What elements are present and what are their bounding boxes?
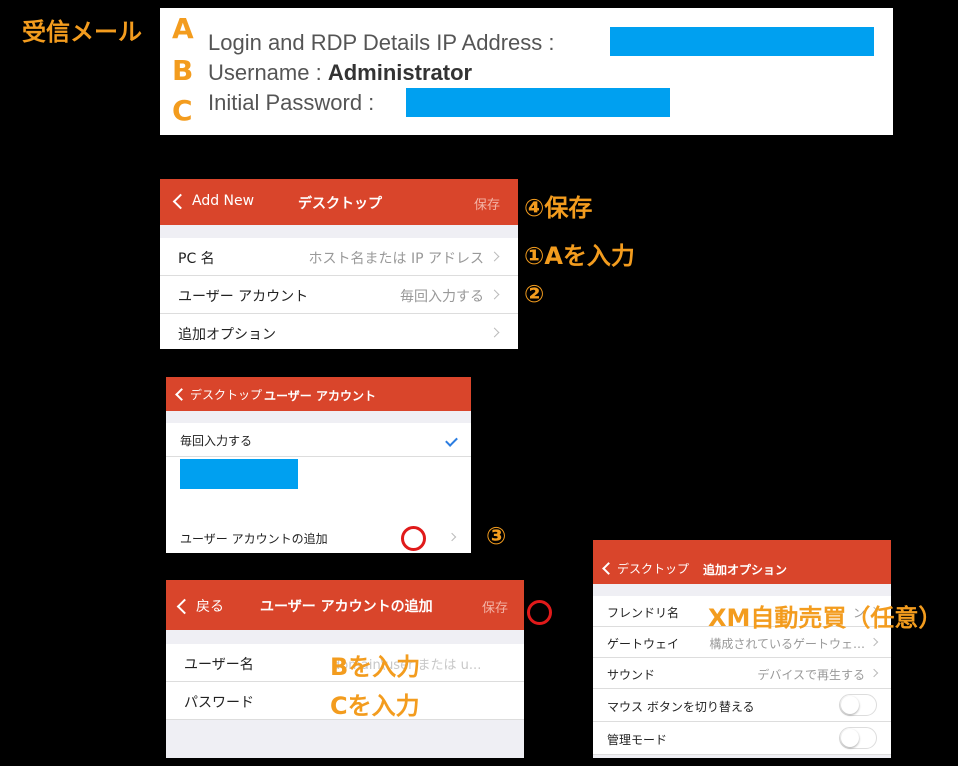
save-highlight-circle	[527, 600, 552, 625]
saved-account-row[interactable]	[166, 457, 471, 524]
password-redaction	[406, 88, 670, 117]
username-prefix: Username :	[208, 60, 328, 85]
back-button[interactable]: デスクトップ	[601, 560, 689, 577]
chevron-right-icon	[489, 251, 500, 262]
back-button[interactable]: デスクトップ	[174, 386, 262, 403]
nav-title: デスクトップ	[298, 196, 382, 212]
highlight-circle	[401, 526, 426, 551]
back-label: 戻る	[196, 599, 224, 615]
save-button[interactable]: 保存	[482, 597, 508, 616]
step2-note: ②	[524, 280, 545, 308]
chevron-right-icon	[489, 327, 500, 338]
row-value: 毎回入力する	[400, 289, 484, 305]
row-value: 構成されているゲートウェ…	[709, 637, 865, 651]
row-label: ユーザー アカウントの追加	[180, 532, 328, 546]
input-c-note: Cを入力	[330, 692, 420, 720]
row-label: PC 名	[178, 251, 215, 267]
user-account-row[interactable]: ユーザー アカウント 毎回入力する	[160, 276, 518, 314]
step4-save-note: ④保存	[524, 194, 593, 222]
additional-options-row[interactable]: 追加オプション	[160, 314, 518, 349]
admin-mode-toggle[interactable]	[839, 727, 877, 749]
back-label: Add New	[192, 193, 255, 209]
chevron-left-icon	[602, 562, 615, 575]
input-b-note: Bを入力	[330, 653, 421, 681]
row-label: マウス ボタンを切り替える	[607, 700, 755, 714]
row-label: フレンドリ名	[607, 606, 680, 620]
row-value: ホスト名または IP アドレス	[308, 251, 484, 267]
checkmark-icon	[445, 434, 458, 447]
save-button[interactable]: 保存	[474, 194, 500, 213]
back-label: デスクトップ	[190, 388, 263, 402]
username-value: Administrator	[327, 60, 473, 85]
ip-address-redaction	[610, 27, 874, 56]
row-label: ユーザー名	[184, 657, 254, 673]
pc-name-row[interactable]: PC 名 ホスト名または IP アドレス	[160, 238, 518, 276]
xm-auto-trading-note: XM自動売買（任意）	[708, 604, 943, 632]
row-label: 管理モード	[607, 733, 668, 747]
additional-options-panel: デスクトップ 追加オプション フレンドリ名 ン ゲートウェイ 構成されているゲー…	[593, 540, 891, 758]
desktop-settings-panel: Add New デスクトップ 保存 PC 名 ホスト名または IP アドレス ユ…	[160, 179, 518, 349]
marker-b: B	[172, 54, 194, 87]
step3-note: ③	[486, 522, 507, 550]
sound-row[interactable]: サウンド デバイスで再生する	[593, 658, 891, 689]
username-line: Username : Administrator	[208, 60, 472, 86]
saved-account-row-2[interactable]	[166, 489, 471, 522]
chevron-left-icon	[172, 193, 189, 209]
swap-mouse-toggle[interactable]	[839, 694, 877, 716]
row-value: デバイスで再生する	[757, 668, 865, 682]
swap-mouse-buttons-row: マウス ボタンを切り替える	[593, 689, 891, 722]
ip-address-line: Login and RDP Details IP Address :	[208, 30, 555, 55]
nav-bar: デスクトップ 追加オプション	[593, 540, 891, 584]
nav-bar: 戻る ユーザー アカウントの追加 保存	[166, 580, 524, 630]
row-label: 追加オプション	[178, 327, 276, 343]
marker-a: A	[172, 12, 194, 45]
email-details-box: A B C Login and RDP Details IP Address :…	[160, 8, 893, 135]
row-label: パスワード	[184, 695, 254, 711]
admin-mode-row: 管理モード	[593, 722, 891, 755]
back-label: デスクトップ	[617, 562, 690, 576]
nav-title: ユーザー アカウント	[264, 389, 376, 403]
password-line: Initial Password :	[208, 90, 375, 115]
nav-bar: Add New デスクトップ 保存	[160, 179, 518, 225]
back-button[interactable]: Add New	[172, 193, 254, 209]
chevron-right-icon	[447, 532, 457, 542]
row-label: 毎回入力する	[180, 434, 253, 448]
row-label: ユーザー アカウント	[178, 289, 309, 305]
row-label: サウンド	[607, 668, 656, 682]
chevron-left-icon	[175, 388, 188, 401]
received-mail-label: 受信メール	[22, 18, 142, 46]
marker-c: C	[172, 94, 193, 127]
row-label: ゲートウェイ	[607, 637, 680, 651]
step1-note: ①Aを入力	[524, 242, 635, 270]
user-account-panel: デスクトップ ユーザー アカウント 毎回入力する ユーザー アカウントの追加	[166, 377, 471, 553]
back-button[interactable]: 戻る	[176, 596, 224, 616]
nav-title: 追加オプション	[703, 563, 788, 577]
chevron-right-icon	[489, 289, 500, 300]
prompt-every-time-row[interactable]: 毎回入力する	[166, 423, 471, 457]
nav-bar: デスクトップ ユーザー アカウント	[166, 377, 471, 411]
chevron-right-icon	[869, 637, 879, 647]
nav-title: ユーザー アカウントの追加	[260, 599, 433, 615]
chevron-left-icon	[176, 598, 193, 614]
chevron-right-icon	[869, 668, 879, 678]
